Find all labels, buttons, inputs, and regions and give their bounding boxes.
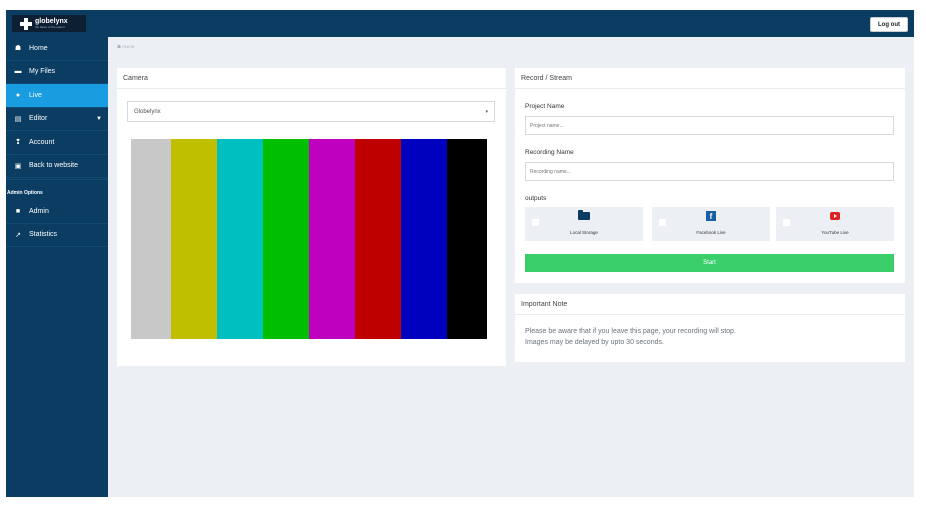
sidebar-item-label: Admin xyxy=(29,207,49,215)
color-bar xyxy=(447,139,487,339)
output-facebook-live[interactable]: f Facebook Live xyxy=(652,207,770,241)
sidebar: ☗ Home ▬ My Files ● Live ▤ Editor ▼ ❢ Ac… xyxy=(6,37,108,497)
lock-icon: ■ xyxy=(15,207,21,215)
sidebar-item-account[interactable]: ❢ Account xyxy=(6,131,108,155)
camera-panel: Camera Globelynx ▾ xyxy=(117,68,506,366)
brand-logo[interactable]: globelynx the faces of the expert xyxy=(12,15,86,32)
outputs-label: outputs xyxy=(525,195,547,202)
sidebar-item-my-files[interactable]: ▬ My Files xyxy=(6,61,108,84)
camera-panel-title: Camera xyxy=(117,68,506,89)
user-circle-icon: ❢ xyxy=(15,139,21,147)
sidebar-item-editor[interactable]: ▤ Editor ▼ xyxy=(6,108,108,131)
youtube-icon xyxy=(776,211,894,222)
note-line-1: Please be aware that if you leave this p… xyxy=(525,328,736,335)
recording-name-input[interactable] xyxy=(525,162,894,181)
sidebar-item-label: Live xyxy=(29,91,42,99)
project-name-label: Project Name xyxy=(525,103,565,110)
logo-cross-icon xyxy=(20,17,32,30)
output-youtube-live[interactable]: YouTube Live xyxy=(776,207,894,241)
camera-source-select[interactable]: Globelynx ▾ xyxy=(127,101,495,122)
sidebar-item-label: My Files xyxy=(29,68,56,76)
color-bar xyxy=(131,139,171,339)
sidebar-item-statistics[interactable]: ↗ Statistics xyxy=(6,224,108,247)
sidebar-item-live[interactable]: ● Live xyxy=(6,84,108,108)
color-bar xyxy=(217,139,263,339)
live-dot-icon: ● xyxy=(15,91,21,99)
breadcrumb[interactable]: ☗ Home xyxy=(117,44,134,50)
sidebar-item-back-to-website[interactable]: ▣ Back to website xyxy=(6,155,108,178)
color-bar xyxy=(309,139,355,339)
external-link-icon: ▣ xyxy=(14,162,22,170)
app-frame: globelynx the faces of the expert Log ou… xyxy=(6,10,914,497)
breadcrumb-label: Home xyxy=(122,44,135,49)
note-line-2: Images may be delayed by upto 30 seconds… xyxy=(525,339,664,346)
color-bar xyxy=(263,139,309,339)
start-button[interactable]: Start xyxy=(525,254,894,272)
color-bar xyxy=(171,139,217,339)
logout-button[interactable]: Log out xyxy=(870,17,908,32)
camera-source-value: Globelynx xyxy=(134,108,161,115)
sidebar-item-label: Editor xyxy=(29,115,48,123)
folder-open-icon xyxy=(525,210,643,222)
record-stream-panel: Record / Stream Project Name Recording N… xyxy=(515,68,905,283)
admin-section-title: Admin Options xyxy=(6,179,108,200)
sidebar-item-label: Account xyxy=(29,138,55,146)
color-bar xyxy=(401,139,447,339)
home-icon: ☗ xyxy=(14,45,22,53)
chart-icon: ↗ xyxy=(15,231,21,239)
film-icon: ▤ xyxy=(14,115,22,123)
chevron-down-icon: ▾ xyxy=(485,108,488,115)
camera-preview xyxy=(131,139,487,339)
output-local-storage[interactable]: Local Storage xyxy=(525,207,643,241)
top-bar: globelynx the faces of the expert Log ou… xyxy=(6,10,914,37)
brand-name: globelynx xyxy=(35,18,68,25)
output-label: Local Storage xyxy=(570,230,598,235)
home-icon: ☗ xyxy=(117,44,122,49)
sidebar-item-label: Home xyxy=(29,44,48,52)
sidebar-item-admin[interactable]: ■ Admin xyxy=(6,200,108,224)
chevron-down-icon: ▼ xyxy=(96,115,102,122)
output-label: YouTube Live xyxy=(821,230,849,235)
important-note-panel: Important Note Please be aware that if y… xyxy=(515,294,905,362)
sidebar-item-label: Back to website xyxy=(29,162,79,170)
folder-icon: ▬ xyxy=(14,68,22,76)
sidebar-item-home[interactable]: ☗ Home xyxy=(6,37,108,61)
recording-name-label: Recording Name xyxy=(525,149,574,156)
facebook-icon: f xyxy=(652,211,770,222)
record-panel-title: Record / Stream xyxy=(515,68,905,89)
output-label: Facebook Live xyxy=(696,230,726,235)
note-panel-title: Important Note xyxy=(515,294,905,315)
project-name-input[interactable] xyxy=(525,116,894,135)
brand-tagline: the faces of the expert xyxy=(35,25,65,29)
sidebar-item-label: Statistics xyxy=(29,231,58,239)
color-bar xyxy=(355,139,401,339)
